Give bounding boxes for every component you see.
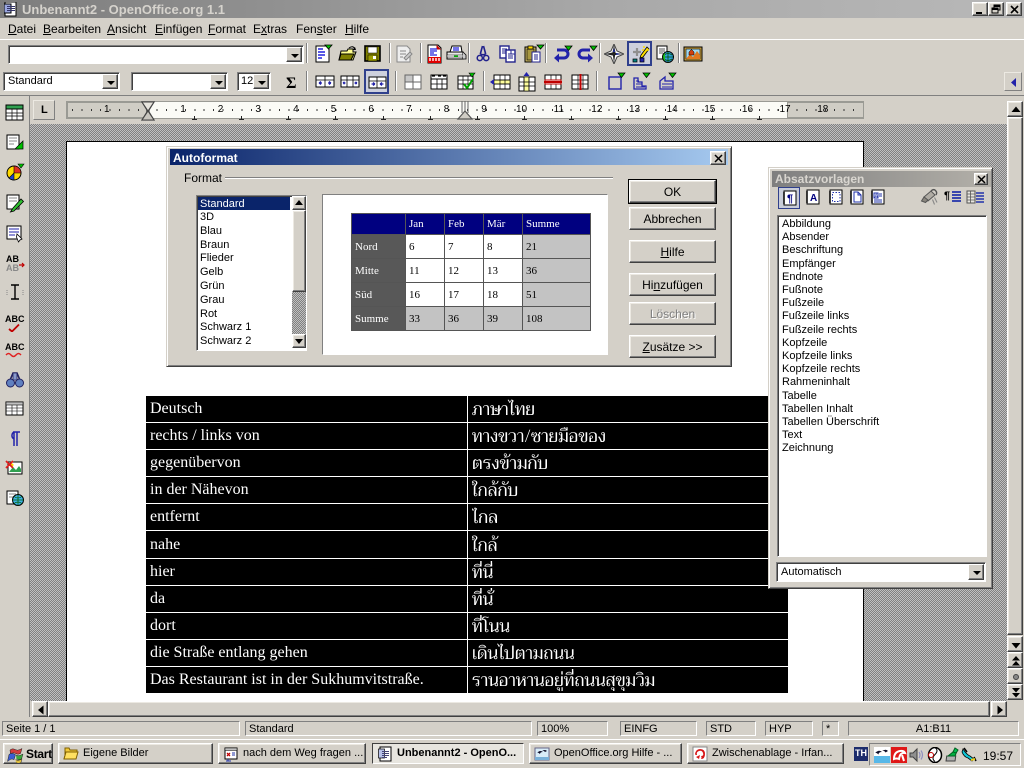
- svg-text:ABC: ABC: [5, 314, 25, 324]
- svg-text:¶: ¶: [944, 190, 950, 202]
- svg-text:A: A: [810, 193, 817, 204]
- svg-text:Σ: Σ: [286, 75, 296, 92]
- svg-text:¶: ¶: [787, 193, 793, 205]
- svg-text:AB: AB: [6, 263, 19, 273]
- svg-text:ABC: ABC: [5, 342, 25, 352]
